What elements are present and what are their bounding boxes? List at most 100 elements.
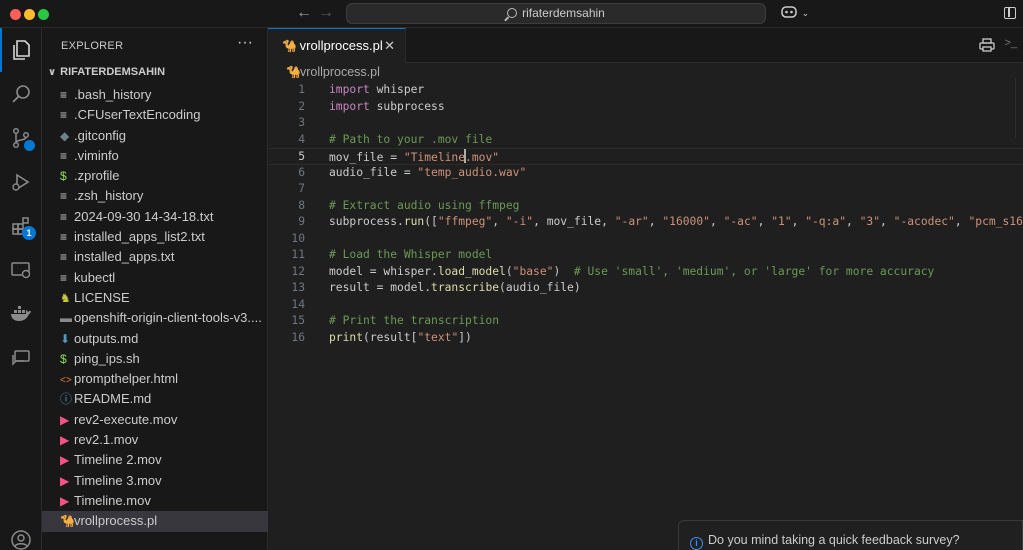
info-icon: i xyxy=(690,537,703,550)
source-control-icon[interactable] xyxy=(0,116,42,160)
file-type-icon: ▶ xyxy=(60,412,70,427)
file-type-icon: ◆ xyxy=(60,128,70,143)
file-item[interactable]: ≡ 2024-09-30 14-34-18.txt xyxy=(42,207,268,227)
extensions-badge: 1 xyxy=(22,226,36,240)
file-item[interactable]: 🐪vrollprocess.pl xyxy=(42,511,268,532)
code-token: , xyxy=(791,215,806,228)
breadcrumb-file: vrollprocess.pl xyxy=(300,65,380,79)
file-item[interactable]: <> prompthelper.html xyxy=(42,369,268,389)
close-window-button[interactable] xyxy=(10,9,21,20)
code-line: 1 import whisper xyxy=(268,82,1023,99)
forward-arrow-icon[interactable]: → xyxy=(318,4,334,22)
line-number: 12 xyxy=(291,264,305,278)
file-item[interactable]: ≡ .CFUserTextEncoding xyxy=(42,105,268,125)
breadcrumb[interactable]: 🐪vrollprocess.pl xyxy=(286,65,380,79)
run-debug-icon[interactable] xyxy=(0,160,42,204)
line-number: 11 xyxy=(291,248,305,261)
file-type-icon: ▶ xyxy=(60,453,70,468)
code-line: 6 audio_file = "temp_audio.wav" xyxy=(268,165,1023,182)
account-icon[interactable] xyxy=(0,518,42,550)
file-item[interactable]: ≡ .bash_history xyxy=(42,85,268,105)
tab-label: vrollprocess.pl xyxy=(299,38,383,53)
file-item[interactable]: ≡ installed_apps_list2.txt xyxy=(42,227,268,247)
file-item[interactable]: ▶ rev2-execute.mov xyxy=(42,410,268,430)
file-item[interactable]: ≡ kubectl xyxy=(42,268,268,288)
file-item[interactable]: ▶ rev2.1.mov xyxy=(42,430,268,450)
file-item[interactable]: ◆ .gitconfig xyxy=(42,126,268,146)
code-token: import xyxy=(329,83,370,96)
code-text: print(result["text"]) xyxy=(329,330,472,347)
file-item[interactable]: ≡ .zsh_history xyxy=(42,186,268,206)
file-item[interactable]: ▬ openshift-origin-client-tools-v3.... xyxy=(42,308,268,328)
search-view-icon[interactable] xyxy=(0,72,42,116)
explorer-sidebar: EXPLORER ··· ∨ RIFATERDEMSAHIN ≡ .bash_his… xyxy=(42,28,268,550)
code-text: model = whisper.load_model("base") # Use… xyxy=(329,264,934,281)
minimize-window-button[interactable] xyxy=(24,9,35,20)
line-number: 13 xyxy=(291,281,305,294)
file-type-icon: ≡ xyxy=(60,148,68,163)
file-label: README.md xyxy=(74,391,152,407)
file-item[interactable]: $ ping_ips.sh xyxy=(42,349,268,369)
file-type-icon: ≡ xyxy=(60,250,68,265)
feedback-survey-notification[interactable]: i Do you mind taking a quick feedback sur… xyxy=(678,520,1023,550)
file-item[interactable]: ⬇ outputs.md xyxy=(42,329,268,349)
editor-scrollbar[interactable] xyxy=(1015,78,1023,138)
tab-vrollprocess[interactable]: 🐪 vrollprocess.pl ✕ xyxy=(268,28,406,63)
file-tree: ≡ .bash_history ≡ .CFUserTextEncoding ◆ .gitc… xyxy=(42,85,268,532)
code-text: subprocess.run(["ffmpeg", "-i", mov_file… xyxy=(329,214,1023,231)
file-type-icon: ≡ xyxy=(60,189,68,204)
code-token: , xyxy=(709,215,724,228)
file-item[interactable]: ≡ installed_apps.txt xyxy=(42,247,268,267)
file-type-icon: ≡ xyxy=(60,209,68,224)
file-item[interactable]: ▶ Timeline.mov xyxy=(42,491,268,511)
close-tab-icon[interactable]: ✕ xyxy=(384,29,395,63)
code-text: import subprocess xyxy=(329,99,445,116)
file-label: .CFUserTextEncoding xyxy=(74,107,201,123)
print-icon[interactable] xyxy=(979,38,995,52)
more-actions-button[interactable]: ··· xyxy=(237,34,253,52)
code-text: # Load the Whisper model xyxy=(329,247,492,264)
code-token: # Print the transcription xyxy=(329,314,500,327)
terminal-icon[interactable]: >_ xyxy=(1004,37,1017,49)
activity-bar: 1 xyxy=(0,28,42,550)
file-item[interactable]: ▶ Timeline 3.mov xyxy=(42,471,268,491)
code-editor[interactable]: 1 import whisper 2 import subprocess 3 4 # Pat… xyxy=(268,82,1023,346)
explorer-icon[interactable] xyxy=(0,28,42,72)
command-center-search[interactable]: rifaterdemsahin xyxy=(346,3,766,24)
docker-icon[interactable] xyxy=(0,292,42,336)
code-line: 13 result = model.transcribe(audio_file) xyxy=(268,280,1023,297)
code-line: 16 print(result["text"]) xyxy=(268,330,1023,347)
file-label: .zsh_history xyxy=(74,188,144,204)
line-number: 15 xyxy=(291,314,305,327)
code-token: "Timeline xyxy=(403,151,466,164)
line-number: 4 xyxy=(298,132,305,146)
code-text: audio_file = "temp_audio.wav" xyxy=(329,165,526,182)
code-token: subprocess. xyxy=(329,215,404,228)
chevron-down-icon: ∨ xyxy=(48,67,57,78)
code-text: # Print the transcription xyxy=(329,313,499,330)
back-arrow-icon[interactable]: ← xyxy=(296,4,312,22)
extensions-icon[interactable]: 1 xyxy=(0,204,42,248)
remote-explorer-icon[interactable] xyxy=(0,248,42,292)
toggle-layout-icon[interactable] xyxy=(1004,7,1016,19)
file-label: .viminfo xyxy=(74,147,119,163)
code-token: transcribe xyxy=(431,281,500,294)
line-number: 16 xyxy=(291,330,305,344)
file-label: openshift-origin-client-tools-v3.... xyxy=(74,310,262,326)
file-label: .zprofile xyxy=(74,168,120,184)
file-item[interactable]: ⓘ README.md xyxy=(42,389,268,409)
code-token: "temp_audio.wav" xyxy=(417,165,527,179)
code-token: "1" xyxy=(771,215,792,228)
file-item[interactable]: $ .zprofile xyxy=(42,166,268,186)
maximize-window-button[interactable] xyxy=(38,9,49,20)
code-token: "pcm_s16le xyxy=(968,215,1023,228)
file-label: Timeline.mov xyxy=(74,492,151,508)
file-item[interactable]: ▶ Timeline 2.mov xyxy=(42,450,268,470)
file-label: installed_apps_list2.txt xyxy=(74,229,205,245)
copilot-icon[interactable]: ⌄ xyxy=(780,5,809,22)
code-token: "ffmpeg" xyxy=(437,215,493,228)
chat-icon[interactable] xyxy=(0,336,42,380)
file-item[interactable]: ♞ LICENSE xyxy=(42,288,268,308)
folder-section-header[interactable]: ∨ RIFATERDEMSAHIN xyxy=(42,62,268,82)
file-item[interactable]: ≡ .viminfo xyxy=(42,146,268,166)
